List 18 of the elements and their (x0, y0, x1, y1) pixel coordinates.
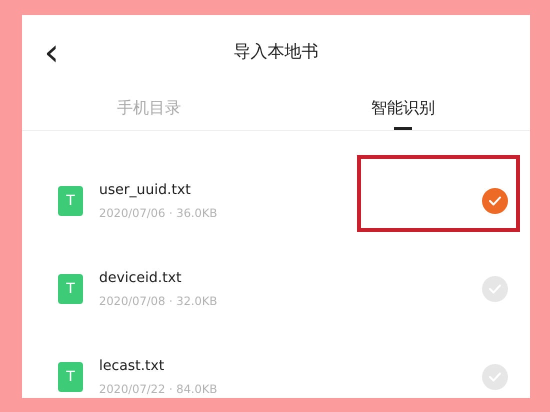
tab[interactable]: 智能识别 (365, 92, 441, 130)
file-name: lecast.txt (99, 356, 166, 376)
file-info: 2020/07/22 · 84.0KB (99, 380, 218, 398)
page-title: 导入本地书 (234, 40, 318, 64)
text-file-icon: T (58, 362, 83, 392)
back-button[interactable]: ‹ (40, 33, 64, 71)
select-checkbox[interactable] (482, 276, 508, 302)
text-file-icon: T (58, 274, 83, 304)
select-checkbox[interactable] (482, 364, 508, 390)
file-name: user_uuid.txt (99, 180, 192, 200)
text-file-icon: T (58, 186, 83, 216)
file-info: 2020/07/06 · 36.0KB (99, 204, 218, 222)
file-name: deviceid.txt (99, 268, 182, 288)
check-icon (489, 284, 501, 294)
file-info: 2020/07/08 · 32.0KB (99, 292, 218, 310)
select-checkbox[interactable] (482, 188, 508, 214)
check-icon (489, 196, 501, 206)
check-icon (489, 372, 501, 382)
